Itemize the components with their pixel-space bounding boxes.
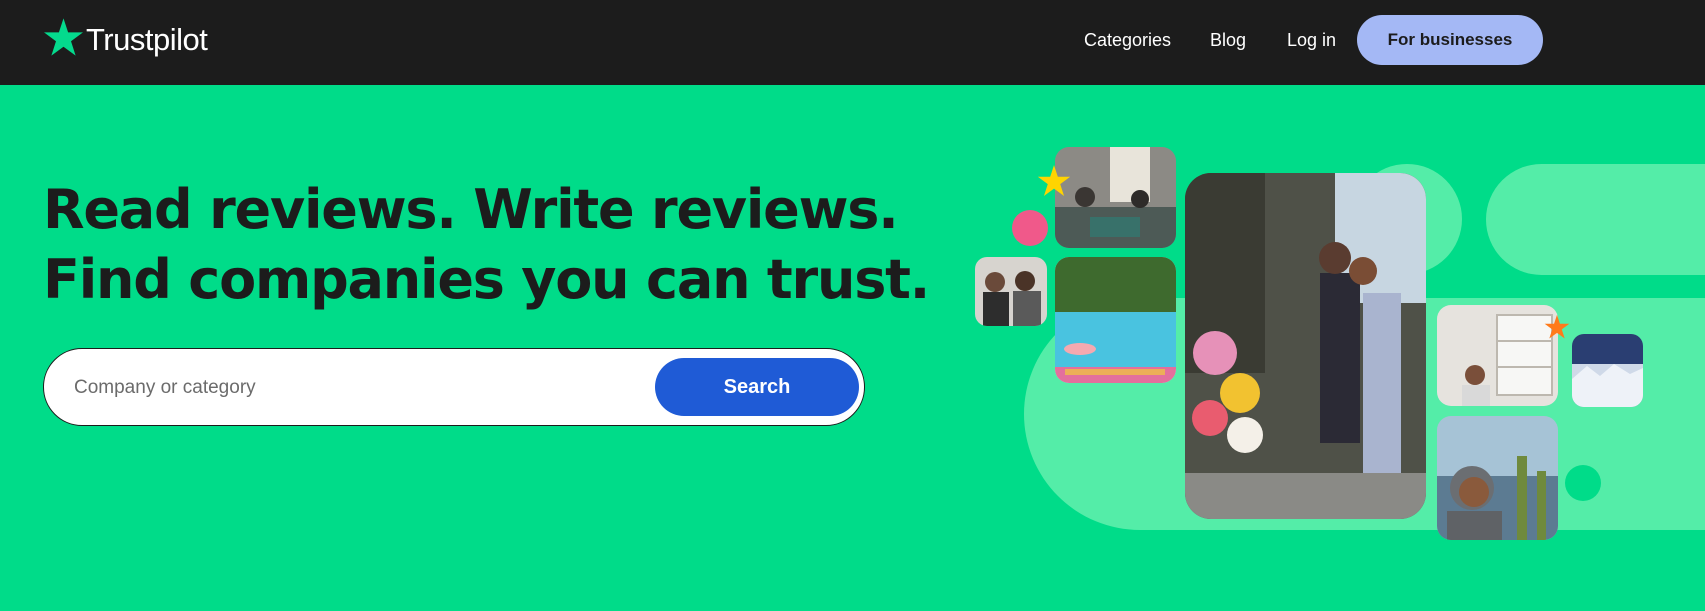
photo-home-office — [1437, 305, 1558, 406]
photo-mountains — [1572, 334, 1643, 407]
decor-dot-pink — [1012, 210, 1048, 246]
photo-selfie-cactus — [1437, 416, 1558, 540]
hero-headline: Read reviews. Write reviews. Find compan… — [43, 175, 930, 315]
trustpilot-logo[interactable]: Trustpilot — [43, 17, 208, 58]
for-businesses-button[interactable]: For businesses — [1357, 15, 1543, 65]
top-navigation-bar: Trustpilot Categories Blog Log in For bu… — [0, 0, 1705, 85]
nav-blog-link[interactable]: Blog — [1210, 30, 1246, 51]
decor-blob-pill — [1486, 164, 1705, 275]
nav-categories-link[interactable]: Categories — [1084, 30, 1171, 51]
search-button[interactable]: Search — [655, 358, 859, 416]
photo-two-people-talking — [975, 257, 1047, 326]
logo-wordmark: Trustpilot — [86, 21, 208, 57]
star-icon — [1544, 314, 1570, 339]
photo-flower-shop — [1185, 173, 1426, 519]
headline-line-2: Find companies you can trust. — [43, 248, 930, 311]
search-bar: Search — [43, 348, 865, 426]
photo-swimming-pool — [1055, 257, 1176, 383]
nav-login-link[interactable]: Log in — [1287, 30, 1336, 51]
headline-line-1: Read reviews. Write reviews. — [43, 178, 899, 241]
decor-dot-green — [1565, 465, 1601, 501]
star-icon — [1037, 165, 1071, 197]
photo-office-meeting — [1055, 147, 1176, 248]
trustpilot-star-icon — [44, 18, 83, 56]
search-input[interactable] — [72, 367, 676, 409]
